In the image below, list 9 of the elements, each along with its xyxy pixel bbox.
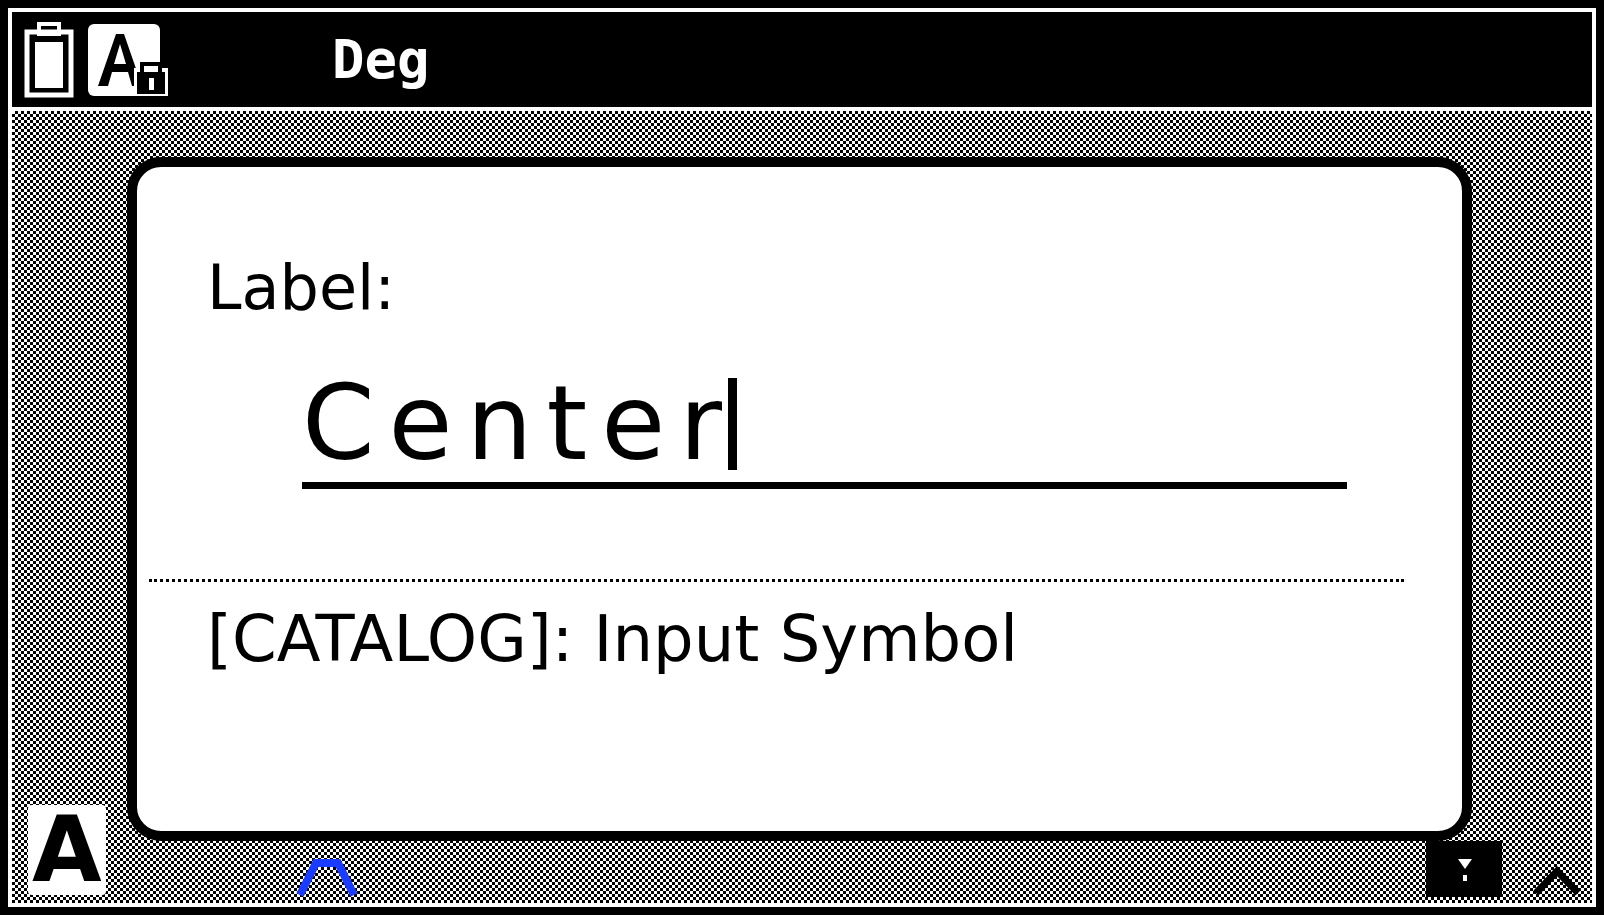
label-input-field[interactable]: Center bbox=[302, 369, 1347, 490]
caret-up-icon bbox=[1532, 865, 1582, 897]
arch-icon bbox=[295, 859, 358, 897]
mode-letter: A bbox=[28, 805, 106, 895]
angle-mode: Deg bbox=[332, 28, 430, 91]
battery-icon bbox=[24, 21, 74, 98]
label-caption: Label: bbox=[207, 257, 397, 319]
catalog-hint: [CATALOG]: Input Symbol bbox=[207, 604, 1020, 675]
alpha-lock-icon bbox=[88, 23, 168, 96]
